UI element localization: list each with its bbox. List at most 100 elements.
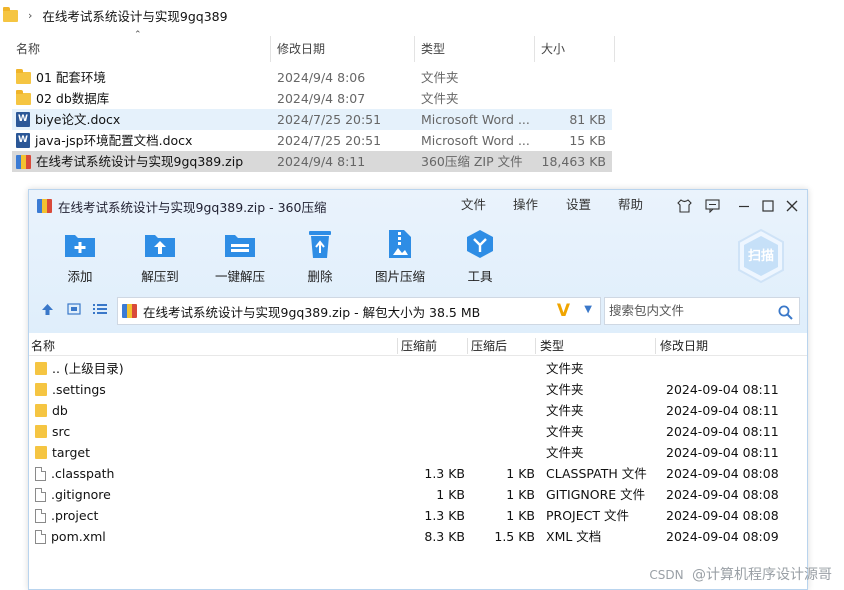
list-item[interactable]: 在线考试系统设计与实现9gq389.zip 2024/9/4 8:11 360压… — [12, 151, 612, 172]
column-type[interactable]: 类型 — [421, 36, 445, 62]
table-row[interactable]: .project 1.3 KB 1 KB PROJECT 文件 2024-09-… — [29, 505, 807, 526]
one-click-extract-icon — [223, 228, 257, 260]
entry-size-before: 8.3 KB — [424, 529, 465, 544]
address-bar[interactable]: › 在线考试系统设计与实现9gq389 — [0, 0, 844, 30]
chevron-right-icon[interactable]: › — [28, 9, 32, 22]
close-icon[interactable] — [782, 196, 802, 216]
item-name: 01 配套环境 — [36, 70, 106, 85]
item-type: 文件夹 — [421, 70, 459, 85]
file-icon — [35, 487, 46, 502]
feedback-icon[interactable] — [702, 196, 722, 216]
column-divider[interactable] — [397, 338, 398, 354]
tools-button[interactable]: 工具 — [440, 228, 520, 285]
navigation-bar: 在线考试系统设计与实现9gq389.zip - 解包大小为 38.5 MB V … — [29, 294, 807, 328]
list-view-icon[interactable] — [93, 303, 107, 319]
column-divider[interactable] — [534, 36, 535, 62]
column-size-before[interactable]: 压缩前 — [401, 336, 437, 356]
entry-type: 文件夹 — [546, 445, 584, 460]
extract-to-button[interactable]: 解压到 — [120, 228, 200, 285]
search-icon[interactable] — [778, 303, 793, 329]
menu-settings[interactable]: 设置 — [566, 190, 591, 220]
up-arrow-icon[interactable] — [41, 303, 54, 320]
column-divider[interactable] — [467, 338, 468, 354]
entry-size-after: 1 KB — [506, 466, 535, 481]
item-type: Microsoft Word ... — [421, 112, 530, 127]
list-item[interactable]: Wbiye论文.docx 2024/7/25 20:51 Microsoft W… — [12, 109, 612, 130]
table-row[interactable]: .settings 文件夹 2024-09-04 08:11 — [29, 379, 807, 400]
extract-to-label: 解压到 — [141, 269, 179, 284]
add-button[interactable]: 添加 — [40, 228, 120, 285]
entry-modified: 2024-09-04 08:11 — [666, 424, 779, 439]
folder-icon — [35, 404, 47, 417]
column-divider[interactable] — [414, 36, 415, 62]
entry-modified: 2024-09-04 08:11 — [666, 382, 779, 397]
column-header: 名称 修改日期 类型 大小 — [0, 36, 620, 62]
zip-icon — [37, 199, 52, 213]
column-modified[interactable]: 修改日期 — [660, 336, 708, 356]
column-divider[interactable] — [655, 338, 656, 354]
dropdown-arrow-icon[interactable]: ▼ — [584, 304, 592, 315]
column-size[interactable]: 大小 — [541, 36, 565, 62]
item-name: java-jsp环境配置文档.docx — [35, 133, 193, 148]
folder-icon — [16, 90, 31, 105]
skin-icon[interactable] — [674, 196, 694, 216]
list-item[interactable]: Wjava-jsp环境配置文档.docx 2024/7/25 20:51 Mic… — [12, 130, 612, 151]
item-type: 文件夹 — [421, 91, 459, 106]
entry-type: 文件夹 — [546, 361, 584, 376]
archive-file-list: .. (上级目录) 文件夹 .settings 文件夹 2024-09-04 0… — [29, 358, 807, 547]
scan-button[interactable]: 扫描 — [735, 226, 787, 286]
list-item[interactable]: 02 db数据库 2024/9/4 8:07 文件夹 — [12, 88, 612, 109]
one-click-extract-button[interactable]: 一键解压 — [200, 228, 280, 285]
entry-size-before: 1.3 KB — [424, 466, 465, 481]
item-name: 在线考试系统设计与实现9gq389.zip — [36, 154, 244, 169]
column-date[interactable]: 修改日期 — [277, 36, 325, 62]
table-row[interactable]: .classpath 1.3 KB 1 KB CLASSPATH 文件 2024… — [29, 463, 807, 484]
search-input[interactable]: 搜索包内文件 — [604, 297, 800, 325]
file-icon — [35, 508, 46, 523]
window-title-text: 在线考试系统设计与实现9gq389.zip - 360压缩 — [58, 199, 327, 215]
minimize-icon[interactable] — [734, 196, 754, 216]
extract-icon — [143, 228, 177, 260]
image-compress-button[interactable]: 图片压缩 — [360, 228, 440, 285]
folder-icon — [16, 69, 31, 84]
v-mark-icon[interactable]: V — [557, 301, 570, 321]
add-icon — [63, 228, 97, 260]
menu-help[interactable]: 帮助 — [618, 190, 643, 220]
scan-label: 扫描 — [747, 249, 774, 264]
table-row[interactable]: db 文件夹 2024-09-04 08:11 — [29, 400, 807, 421]
folder-icon — [35, 446, 47, 459]
column-name[interactable]: 名称 — [16, 36, 40, 62]
tools-icon — [463, 228, 497, 260]
image-compress-icon — [383, 228, 417, 260]
archive-path-text: 在线考试系统设计与实现9gq389.zip - 解包大小为 38.5 MB — [143, 304, 481, 320]
table-row[interactable]: .. (上级目录) 文件夹 — [29, 358, 807, 379]
column-divider[interactable] — [270, 36, 271, 62]
column-size-after[interactable]: 压缩后 — [471, 336, 507, 356]
column-divider[interactable] — [535, 338, 536, 354]
thumbnail-view-icon[interactable] — [67, 303, 81, 319]
zip-toolbar-area: 在线考试系统设计与实现9gq389.zip - 360压缩 文件 操作 设置 帮… — [29, 190, 807, 333]
table-row[interactable]: pom.xml 8.3 KB 1.5 KB XML 文档 2024-09-04 … — [29, 526, 807, 547]
table-row[interactable]: src 文件夹 2024-09-04 08:11 — [29, 421, 807, 442]
item-date: 2024/9/4 8:07 — [277, 91, 366, 106]
table-row[interactable]: target 文件夹 2024-09-04 08:11 — [29, 442, 807, 463]
list-item[interactable]: 01 配套环境 2024/9/4 8:06 文件夹 — [12, 67, 612, 88]
watermark-site: CSDN — [649, 568, 684, 582]
table-row[interactable]: .gitignore 1 KB 1 KB GITIGNORE 文件 2024-0… — [29, 484, 807, 505]
column-divider[interactable] — [614, 36, 615, 62]
column-name[interactable]: 名称 — [31, 336, 55, 356]
search-placeholder: 搜索包内文件 — [609, 303, 685, 318]
watermark-author: @计算机程序设计源哥 — [692, 567, 832, 583]
archive-path-field[interactable]: 在线考试系统设计与实现9gq389.zip - 解包大小为 38.5 MB V … — [117, 297, 601, 325]
column-type[interactable]: 类型 — [540, 336, 564, 356]
window-title: 在线考试系统设计与实现9gq389.zip - 360压缩 — [37, 190, 326, 222]
delete-button[interactable]: 删除 — [280, 228, 360, 285]
entry-type: 文件夹 — [546, 424, 584, 439]
entry-size-after: 1 KB — [506, 508, 535, 523]
archive-column-header: 名称 压缩前 压缩后 类型 修改日期 — [29, 336, 807, 356]
word-icon: W — [16, 112, 30, 127]
entry-type: PROJECT 文件 — [546, 508, 629, 523]
maximize-icon[interactable] — [758, 196, 778, 216]
menu-operation[interactable]: 操作 — [513, 190, 538, 220]
menu-file[interactable]: 文件 — [461, 190, 486, 220]
